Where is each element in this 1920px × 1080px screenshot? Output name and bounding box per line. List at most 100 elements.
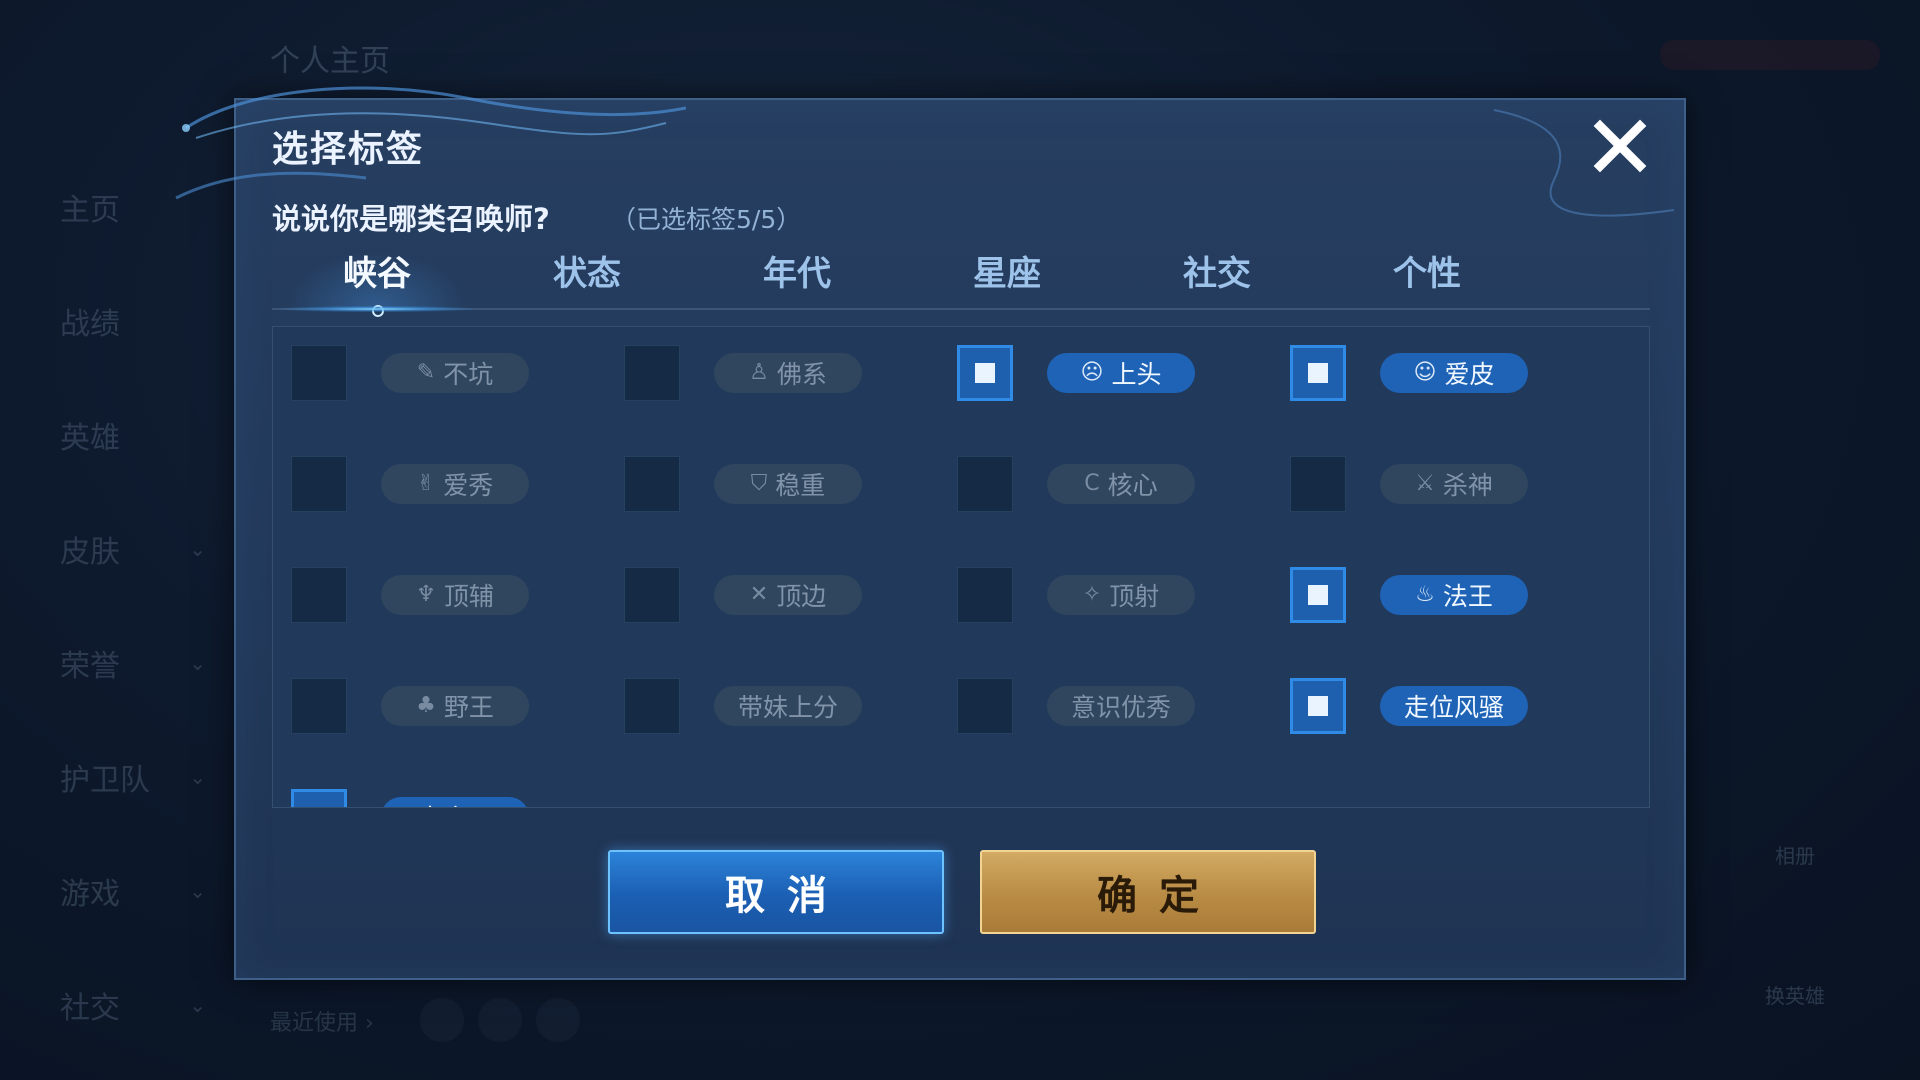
tag-item[interactable]: ♣ 野王 [291,650,624,761]
tag-label: 走位风骚 [1403,692,1504,722]
tag-checkbox[interactable] [1290,344,1346,401]
selected-count: （已选标签5/5） [611,205,802,234]
tag-label: 杀神 [1442,470,1493,500]
tag-icon: ☺ [1413,360,1437,385]
tag-pill[interactable]: 走位风骚 [1380,685,1528,726]
tab-personality[interactable]: 个性 [1322,242,1532,308]
tag-icon: ✎ [416,360,436,385]
tag-checkbox[interactable] [957,677,1013,734]
tag-pill[interactable]: C 核心 [1047,463,1195,504]
tag-checkbox[interactable] [957,344,1013,401]
tag-checkbox[interactable] [291,344,347,401]
tag-icon: C [1084,471,1100,496]
tag-item[interactable]: ✎ 不坑 [291,327,624,428]
cancel-label: 取消 [725,873,849,919]
tag-label: 佛系 [776,359,827,389]
tag-item[interactable]: ✧ 顶射 [957,539,1290,650]
tab-zodiac[interactable]: 星座 [902,242,1112,308]
close-icon [1593,119,1647,173]
tab-canyon[interactable]: 峡谷 [272,242,482,317]
tag-pill[interactable]: ⛉ 稳重 [714,463,862,504]
tab-social[interactable]: 社交 [1112,242,1322,308]
tag-label: 稳重 [775,470,826,500]
confirm-label: 确定 [1097,873,1221,919]
tag-item[interactable]: 带妹上分 [624,650,957,761]
tag-checkbox[interactable] [957,566,1013,623]
tag-icon: ♨ [1415,582,1435,607]
tag-label: 法王 [1442,581,1493,611]
select-tags-dialog: 选择标签 说说你是哪类召唤师? （已选标签5/5） 峡谷 状态 年代 星座 社交… [175,86,1686,980]
tag-icon: ☹ [1080,360,1104,385]
tag-icon: ♣ [416,693,436,718]
tag-pill[interactable]: 意识优秀 [1047,685,1195,726]
tab-status[interactable]: 状态 [482,242,692,308]
question-text: 说说你是哪类召唤师? [272,202,550,236]
tag-item[interactable]: ⚔ 杀神 [1290,428,1623,539]
tag-grid: ✎ 不坑 ♙ 佛系 ☹ 上头 ☺ 爱皮 ✌ 爱秀 ⛉ 稳重 C 核心 ⚔ 杀神 ♆ 顶辅 ✕ 顶边 ✧ 顶射 ♨ 法王 ♣ 野王 带… [291,327,1641,808]
tag-pill[interactable]: ♣ 野王 [381,685,529,726]
tag-pill[interactable]: ♨ 法王 [1380,574,1528,615]
cancel-button[interactable]: 取消 [608,850,944,934]
tag-list-panel[interactable]: ✎ 不坑 ♙ 佛系 ☹ 上头 ☺ 爱皮 ✌ 爱秀 ⛉ 稳重 C 核心 ⚔ 杀神 ♆ 顶辅 ✕ 顶边 ✧ 顶射 ♨ 法王 ♣ 野王 带… [272,326,1650,808]
tag-label: 顶射 [1109,581,1160,611]
tag-item[interactable]: ✕ 顶边 [624,539,957,650]
tag-pill[interactable]: ✧ 顶射 [1047,574,1195,615]
tag-pill[interactable]: ✎ 不坑 [381,352,529,393]
tag-checkbox[interactable] [1290,566,1346,623]
tag-label: 大魔王 [417,799,492,808]
tag-checkbox[interactable] [291,566,347,623]
tag-pill[interactable]: ☺ 爱皮 [1380,352,1528,393]
tag-item[interactable]: ☺ 爱皮 [1290,327,1623,428]
tag-icon: ⚔ [1415,471,1435,496]
tag-checkbox[interactable] [1290,677,1346,734]
tag-checkbox[interactable] [291,677,347,734]
tag-pill[interactable]: 大魔王 [381,796,529,808]
checked-mark-icon [1308,362,1328,383]
tag-item[interactable]: 意识优秀 [957,650,1290,761]
tag-pill[interactable]: 带妹上分 [714,685,862,726]
tag-pill[interactable]: ⚔ 杀神 [1380,463,1528,504]
tag-checkbox[interactable] [624,344,680,401]
checked-mark-icon [1308,695,1328,716]
tag-checkbox[interactable] [624,566,680,623]
tag-label: 上头 [1111,359,1162,389]
tag-label: 意识优秀 [1070,692,1171,722]
tag-checkbox[interactable] [291,788,347,807]
tag-label: 不坑 [443,359,494,389]
tag-label: 顶辅 [443,581,494,611]
tag-pill[interactable]: ✕ 顶边 [714,574,862,615]
tag-label: 野王 [443,692,494,722]
tab-era[interactable]: 年代 [692,242,902,308]
close-button[interactable] [1590,116,1650,176]
tag-icon: ♙ [749,360,769,385]
tag-item[interactable]: ☹ 上头 [957,327,1290,428]
tag-item[interactable]: C 核心 [957,428,1290,539]
tag-label: 带妹上分 [737,692,838,722]
tag-pill[interactable]: ✌ 爱秀 [381,463,529,504]
tag-checkbox[interactable] [1290,455,1346,512]
checked-mark-icon [975,362,995,383]
active-tab-indicator [372,305,384,317]
tag-checkbox[interactable] [291,455,347,512]
tag-icon: ✕ [749,582,769,607]
tag-item[interactable]: ✌ 爱秀 [291,428,624,539]
tag-pill[interactable]: ♆ 顶辅 [381,574,529,615]
tag-item[interactable]: ♆ 顶辅 [291,539,624,650]
tag-label: 顶边 [776,581,827,611]
tag-item[interactable]: ♨ 法王 [1290,539,1623,650]
checked-mark-icon [1308,584,1328,605]
tag-checkbox[interactable] [957,455,1013,512]
tag-item[interactable]: 大魔王 [291,761,624,808]
tag-item[interactable]: ♙ 佛系 [624,327,957,428]
tag-label: 爱秀 [443,470,494,500]
tag-checkbox[interactable] [624,677,680,734]
tag-item[interactable]: 走位风骚 [1290,650,1623,761]
tag-checkbox[interactable] [624,455,680,512]
tag-pill[interactable]: ☹ 上头 [1047,352,1195,393]
tab-label: 状态 [553,254,621,294]
checked-mark-icon [309,806,329,807]
tag-item[interactable]: ⛉ 稳重 [624,428,957,539]
dialog-title: 选择标签 [272,129,425,170]
tag-pill[interactable]: ♙ 佛系 [714,352,862,393]
confirm-button[interactable]: 确定 [980,850,1316,934]
